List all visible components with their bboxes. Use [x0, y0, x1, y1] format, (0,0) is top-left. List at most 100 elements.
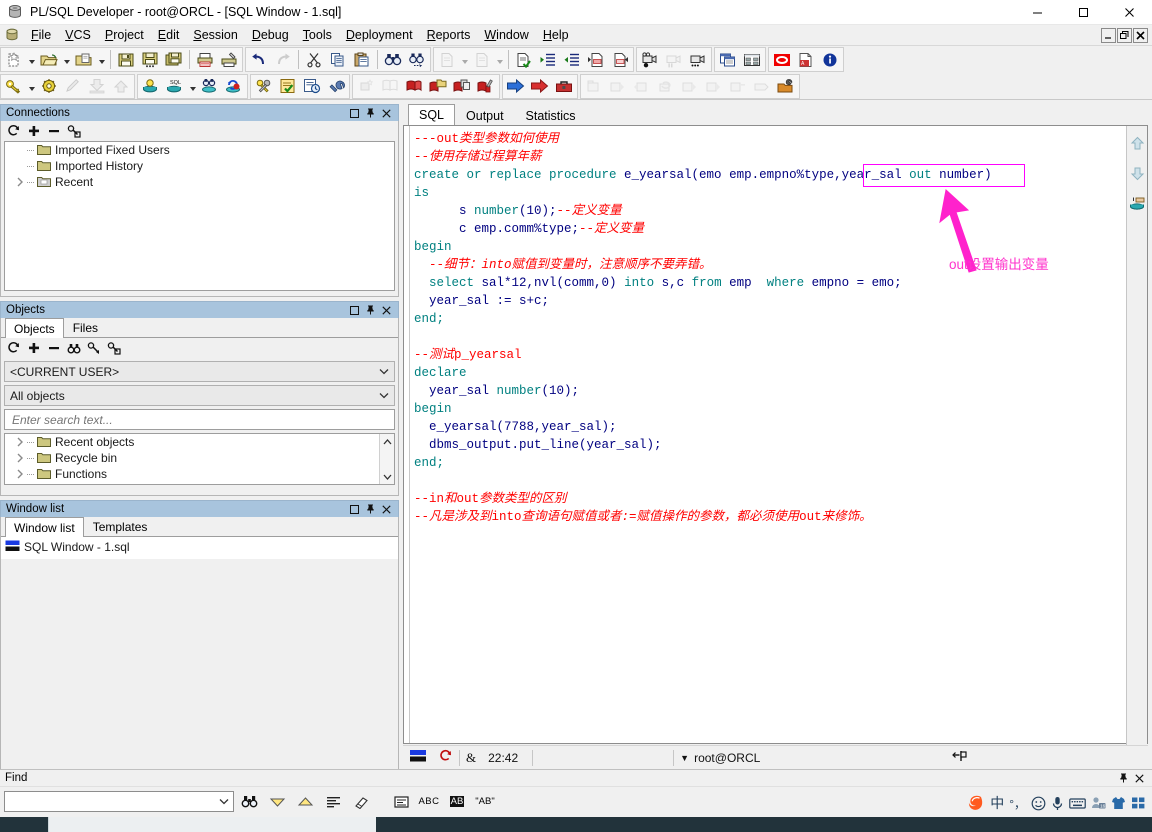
- play-macro-button[interactable]: [686, 48, 710, 71]
- pin-flag-icon[interactable]: [952, 749, 968, 766]
- window-list-item[interactable]: SQL Window - 1.sql: [1, 537, 398, 557]
- tab-templates[interactable]: Templates: [84, 517, 157, 536]
- recent-files-dropdown[interactable]: [96, 48, 107, 71]
- debug-run-to-button[interactable]: [750, 75, 774, 98]
- menu-edit[interactable]: Edit: [151, 26, 187, 44]
- keyboard-icon[interactable]: [1069, 797, 1086, 810]
- redo-button[interactable]: [271, 48, 295, 71]
- punctuation-icon[interactable]: °，: [1009, 795, 1026, 812]
- tab-window-list[interactable]: Window list: [5, 517, 84, 537]
- add-icon[interactable]: [25, 123, 43, 140]
- skin-icon[interactable]: [1111, 796, 1126, 810]
- status-refresh-button[interactable]: [433, 747, 459, 769]
- pin-icon[interactable]: [365, 108, 376, 119]
- mdi-minimize-button[interactable]: [1101, 27, 1116, 43]
- tab-objects[interactable]: Objects: [5, 318, 64, 338]
- debug-step-out-button[interactable]: [726, 75, 750, 98]
- apps-icon[interactable]: [1131, 796, 1146, 810]
- save-all-button[interactable]: [162, 48, 186, 71]
- tree-item[interactable]: Imported Fixed Users: [5, 142, 394, 158]
- copy-button[interactable]: [326, 48, 350, 71]
- find-prev-button[interactable]: [292, 791, 318, 813]
- save-as-button[interactable]: [138, 48, 162, 71]
- object-filter-select[interactable]: All objects: [4, 385, 395, 406]
- editor-tab-output[interactable]: Output: [455, 105, 515, 125]
- export-button[interactable]: [109, 75, 133, 98]
- tree-item[interactable]: Recent objects: [5, 434, 394, 450]
- taskbar-window-button[interactable]: [48, 817, 376, 832]
- refresh-icon[interactable]: [5, 123, 23, 140]
- expand-chevron-icon[interactable]: [13, 437, 26, 447]
- app-menu-icon[interactable]: [4, 27, 20, 43]
- tile-windows-button[interactable]: [740, 48, 764, 71]
- import-button[interactable]: [85, 75, 109, 98]
- tree-item[interactable]: Functions: [5, 466, 394, 482]
- tab-files[interactable]: Files: [64, 318, 107, 337]
- new-object-button[interactable]: [2, 48, 26, 71]
- test-script-button[interactable]: [276, 75, 300, 98]
- paste-button[interactable]: [350, 48, 374, 71]
- regex-button[interactable]: "AB": [472, 791, 498, 813]
- menu-deployment[interactable]: Deployment: [339, 26, 420, 44]
- chinese-mode-icon[interactable]: 中: [990, 793, 1004, 813]
- sogou-logo-icon[interactable]: [968, 794, 985, 812]
- clear-highlight-button[interactable]: [348, 791, 374, 813]
- pdf-export-button[interactable]: A: [794, 48, 818, 71]
- toolbox-icon[interactable]: 16: [1091, 796, 1106, 810]
- breakpoint-button[interactable]: [402, 75, 426, 98]
- microphone-icon[interactable]: [1051, 796, 1064, 811]
- find-db-object-button[interactable]: [198, 75, 222, 98]
- debug-settings-button[interactable]: [774, 75, 798, 98]
- execute-red-button[interactable]: [528, 75, 552, 98]
- pin-icon[interactable]: [365, 504, 376, 515]
- refresh-icon[interactable]: [5, 340, 23, 357]
- menu-vcs[interactable]: VCS: [58, 26, 98, 44]
- find-next-button[interactable]: [405, 48, 429, 71]
- next-edit-dropdown[interactable]: [494, 48, 505, 71]
- debug-step-into-button[interactable]: [678, 75, 702, 98]
- prev-edit-button[interactable]: [435, 48, 459, 71]
- key-user-icon[interactable]: [65, 123, 83, 140]
- db-result-icon[interactable]: [1128, 194, 1146, 212]
- prev-edit-dropdown[interactable]: [459, 48, 470, 71]
- debug-spark-button[interactable]: [354, 75, 378, 98]
- menu-help[interactable]: Help: [536, 26, 576, 44]
- new-object-dropdown[interactable]: [26, 48, 37, 71]
- next-edit-button[interactable]: [470, 48, 494, 71]
- new-session-button[interactable]: [139, 75, 163, 98]
- find-all-button[interactable]: [320, 791, 346, 813]
- maximize-icon[interactable]: [349, 305, 360, 316]
- compile-invalid-button[interactable]: [252, 75, 276, 98]
- sql-window-button[interactable]: SQL: [163, 75, 187, 98]
- record-macro-button[interactable]: [638, 48, 662, 71]
- sql-editor[interactable]: ---out类型参数如何使用 --使用存储过程算年薪 create or repla…: [403, 125, 1148, 745]
- pencil-button[interactable]: [61, 75, 85, 98]
- menu-reports[interactable]: Reports: [420, 26, 478, 44]
- scroll-up-icon[interactable]: [380, 434, 394, 449]
- session-info-button[interactable]: [300, 75, 324, 98]
- syntax-check-button[interactable]: [512, 48, 536, 71]
- pause-macro-button[interactable]: [662, 48, 686, 71]
- menu-file[interactable]: File: [24, 26, 58, 44]
- logon-button[interactable]: [2, 75, 26, 98]
- expand-chevron-icon[interactable]: [13, 453, 26, 463]
- objects-tree[interactable]: Recent objects Recycle bin Functions: [4, 433, 395, 485]
- print-setup-button[interactable]: [217, 48, 241, 71]
- menu-tools[interactable]: Tools: [296, 26, 339, 44]
- find-next-button[interactable]: [264, 791, 290, 813]
- search-input[interactable]: [10, 411, 389, 428]
- remove-icon[interactable]: [45, 340, 63, 357]
- find-options-button[interactable]: [388, 791, 414, 813]
- close-icon[interactable]: [381, 504, 392, 515]
- objects-tree-scrollbar[interactable]: [379, 434, 394, 484]
- sql-code-text[interactable]: ---out类型参数如何使用 --使用存储过程算年薪 create or repla…: [410, 126, 1147, 743]
- key-user-icon[interactable]: [105, 340, 123, 357]
- scroll-down-icon[interactable]: [1128, 164, 1146, 182]
- chevron-down-icon[interactable]: [217, 798, 231, 805]
- uncomment-button[interactable]: [608, 48, 632, 71]
- expand-chevron-icon[interactable]: [13, 177, 26, 187]
- logon-dropdown[interactable]: [26, 75, 37, 98]
- mdi-restore-button[interactable]: [1117, 27, 1132, 43]
- tools-wrench-button[interactable]: [324, 75, 348, 98]
- sql-window-dropdown[interactable]: [187, 75, 198, 98]
